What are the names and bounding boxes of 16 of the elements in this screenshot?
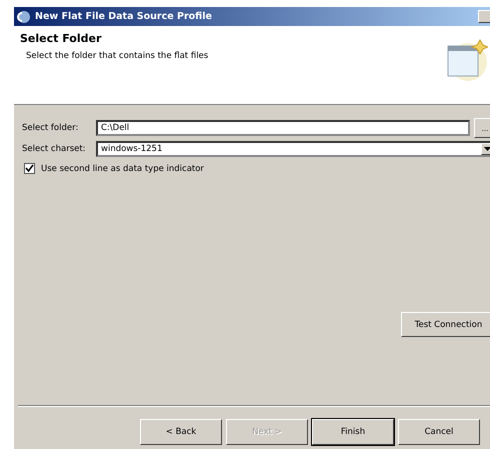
close-button[interactable] <box>478 10 490 23</box>
browse-button[interactable]: ... <box>474 118 490 138</box>
window-title: New Flat File Data Source Profile <box>35 11 213 22</box>
wizard-button[interactable]: Finish <box>312 419 394 445</box>
field-label: Select charset: <box>22 144 87 154</box>
wizard-button[interactable]: Cancel <box>398 419 480 445</box>
page-title: Select Folder <box>20 32 102 45</box>
checkbox[interactable] <box>24 163 35 174</box>
wizard-button[interactable]: < Back <box>140 419 222 445</box>
charset-dropdown[interactable]: windows-1251 <box>96 141 490 157</box>
field-label: Select folder: <box>22 123 80 133</box>
page-description: Select the folder that contains the flat files <box>26 51 208 61</box>
test-connection-button[interactable]: Test Connection <box>401 312 490 337</box>
folder-field[interactable]: C:\Dell <box>96 120 470 136</box>
app-icon <box>17 10 31 24</box>
checkbox-label: Use second line as data type indicator <box>41 164 204 174</box>
